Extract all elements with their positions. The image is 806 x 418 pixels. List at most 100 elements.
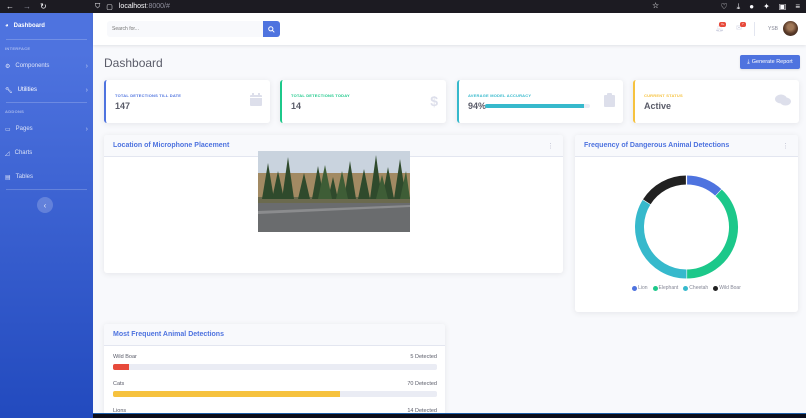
mic-location-photo	[258, 151, 410, 232]
card-header: Most Frequent Animal Detections	[104, 324, 445, 346]
cog-icon: ⚙	[5, 63, 11, 70]
detection-count: 5 Detected	[410, 354, 437, 360]
legend-dot-icon	[713, 285, 719, 291]
avatar[interactable]	[783, 21, 798, 36]
legend-item[interactable]: Lion	[632, 285, 648, 291]
forward-arrow-icon[interactable]: →	[23, 2, 31, 11]
topbar: 🔔︎ 3+ ✉ 7 YSB	[93, 13, 806, 45]
folder-icon: ▭	[5, 126, 11, 133]
more-options-icon[interactable]: ⋮	[547, 142, 554, 150]
more-options-icon[interactable]: ⋮	[782, 142, 789, 150]
pocket-icon[interactable]: ♡	[721, 2, 728, 12]
browser-extension-icons: ♡ ⤓ ● ✦ ▣ ≡	[721, 2, 806, 12]
legend-item[interactable]: Elephant	[652, 285, 679, 291]
legend-dot-icon	[683, 285, 689, 291]
topbar-divider	[754, 22, 755, 36]
account-icon[interactable]: ●	[749, 2, 754, 12]
stat-card-total-detections: TOTAL DETECTIONS TILL DATE 147	[104, 80, 270, 123]
stat-card-detections-today: TOTAL DETECTIONS TODAY 14 $	[280, 80, 446, 123]
clipboard-icon	[604, 93, 615, 110]
generate-report-button[interactable]: ⤓ Generate Report	[740, 55, 800, 69]
sidebar-item-label: Utilities	[17, 87, 37, 93]
legend-label: Elephant	[658, 285, 679, 291]
donut-chart	[635, 174, 738, 280]
detection-count: 70 Detected	[407, 381, 437, 387]
legend-label: Cheetah	[689, 285, 709, 291]
sidebar-item-tables[interactable]: ▤ Tables	[0, 165, 93, 189]
alerts-count-badge: 3+	[719, 22, 727, 27]
chart-area-icon: ◿	[5, 150, 10, 157]
os-taskbar	[93, 413, 806, 418]
sidebar: ◕ Dashboard INTERFACE ⚙ Components › 🔧︎ …	[0, 13, 93, 418]
donut-slice-lion[interactable]	[686, 175, 722, 197]
legend-dot-icon	[632, 285, 638, 291]
user-name[interactable]: YSB	[768, 26, 778, 32]
search-input[interactable]	[107, 21, 263, 37]
card-title: Location of Microphone Placement	[113, 142, 230, 149]
frequent-row: Wild Boar 5 Detected	[113, 354, 437, 370]
wrench-icon: 🔧︎	[5, 87, 13, 94]
progress-track	[113, 364, 437, 370]
url-path: :8000/#	[146, 3, 170, 10]
mic-location-card: Location of Microphone Placement ⋮	[104, 135, 563, 273]
stat-card-model-accuracy: AVERAGE MODEL ACCURACY 94%	[457, 80, 623, 123]
sidebar-item-dashboard[interactable]: ◕ Dashboard	[0, 13, 93, 39]
alerts-dropdown[interactable]: 🔔︎ 3+	[715, 22, 727, 32]
stat-value: 14	[291, 101, 302, 111]
table-icon: ▤	[5, 174, 11, 181]
legend-item[interactable]: Cheetah	[683, 285, 708, 291]
menu-icon[interactable]: ≡	[795, 2, 800, 12]
reload-icon[interactable]: ↻	[40, 2, 47, 11]
stat-title: AVERAGE MODEL ACCURACY	[468, 93, 532, 98]
card-header: Frequency of Dangerous Animal Detections…	[575, 135, 798, 157]
dollar-icon: $	[430, 93, 438, 109]
browser-toolbar: ← → ↻ ⛉ ▢ localhost:8000/# ☆ ♡ ⤓ ● ✦ ▣ ≡	[0, 0, 806, 13]
messages-dropdown[interactable]: ✉ 7	[736, 22, 746, 32]
search-button[interactable]	[263, 21, 280, 37]
progress-track	[113, 391, 437, 397]
extensions-icon[interactable]: ✦	[763, 2, 770, 12]
donut-slice-cheetah[interactable]	[635, 199, 687, 279]
stat-title: TOTAL DETECTIONS TODAY	[291, 93, 350, 98]
address-bar[interactable]: ⛉ ▢ localhost:8000/#	[95, 3, 721, 11]
browser-nav: ← → ↻	[0, 2, 95, 11]
accuracy-progress-bar	[485, 104, 590, 108]
messages-count-badge: 7	[740, 22, 746, 27]
progress-fill	[113, 391, 340, 397]
sidebar-item-label: Components	[15, 63, 50, 69]
sidebar-item-pages[interactable]: ▭ Pages ›	[0, 117, 93, 141]
downloads-icon[interactable]: ⤓	[737, 2, 741, 12]
sidebar-toggle-button[interactable]: ‹	[37, 197, 53, 213]
chevron-left-icon: ‹	[43, 200, 47, 210]
chart-legend: Lion Elephant Cheetah Wild Boar	[575, 285, 798, 291]
bookmark-star-icon[interactable]: ☆	[652, 1, 659, 10]
sidebar-item-utilities[interactable]: 🔧︎ Utilities ›	[0, 78, 93, 102]
search-icon	[268, 25, 275, 33]
sidebar-item-label: Dashboard	[13, 23, 45, 29]
profile-icon[interactable]: ▣	[779, 2, 787, 12]
chevron-right-icon: ›	[85, 62, 88, 70]
sidebar-divider	[6, 189, 87, 190]
back-arrow-icon[interactable]: ←	[6, 2, 14, 11]
page-icon: ▢	[106, 3, 113, 11]
sidebar-item-label: Pages	[15, 126, 33, 132]
frequent-row: Cats 70 Detected	[113, 381, 437, 397]
calendar-icon	[250, 93, 262, 109]
legend-label: Lion	[638, 285, 648, 291]
generate-report-label: Generate Report	[751, 59, 793, 65]
sidebar-item-charts[interactable]: ◿ Charts	[0, 141, 93, 165]
card-title: Most Frequent Animal Detections	[113, 331, 224, 338]
stat-title: TOTAL DETECTIONS TILL DATE	[115, 93, 182, 98]
donut-slice-wild-boar[interactable]	[643, 175, 687, 205]
chevron-right-icon: ›	[85, 125, 88, 133]
progress-fill	[113, 364, 130, 370]
chevron-right-icon: ›	[85, 86, 88, 94]
sidebar-heading-interface: INTERFACE	[5, 46, 31, 51]
stat-value: Active	[644, 101, 672, 111]
animal-name: Wild Boar	[113, 354, 137, 360]
sidebar-item-components[interactable]: ⚙ Components ›	[0, 54, 93, 78]
frequent-detections-card: Most Frequent Animal Detections Wild Boa…	[104, 324, 445, 418]
comments-icon	[775, 93, 791, 109]
legend-item[interactable]: Wild Boar	[713, 285, 741, 291]
donut-slice-elephant[interactable]	[686, 189, 738, 279]
